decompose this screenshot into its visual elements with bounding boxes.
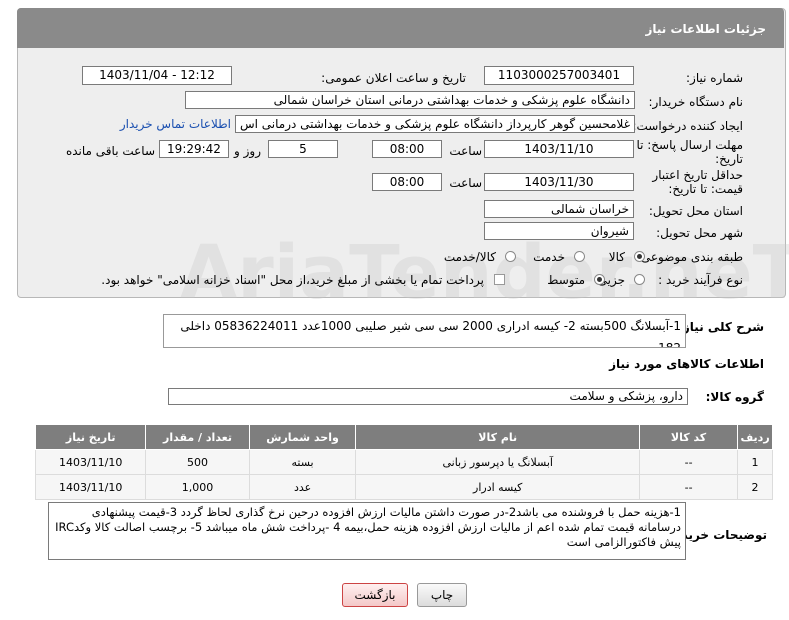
item-name: کیسه ادرار — [355, 474, 641, 500]
page-title: جزئیات اطلاعات نیاز — [645, 22, 766, 36]
col-row-index: ردیف — [737, 424, 773, 450]
validity-time-label: ساعت — [449, 176, 482, 190]
creator-field[interactable]: غلامحسین گوهر کارپرداز دانشگاه علوم پزشک… — [235, 115, 635, 133]
item-name: آبسلانگ یا دپرسور زبانی — [355, 449, 641, 475]
item-code: -- — [639, 449, 739, 475]
province-label: استان محل تحویل: — [648, 204, 743, 218]
goods-table: ردیف کد کالا نام کالا واحد شمارش تعداد /… — [34, 424, 773, 500]
process-medium-label: متوسط — [547, 273, 585, 287]
remaining-time-field[interactable]: 19:29:42 — [159, 140, 229, 158]
category-service-radio[interactable] — [574, 251, 585, 262]
item-need-date: 1403/11/10 — [34, 449, 147, 475]
announce-datetime-field[interactable]: 1403/11/04 - 12:12 — [82, 66, 232, 85]
row-index: 1 — [737, 449, 773, 475]
category-service-label: خدمت — [533, 250, 565, 264]
description-label: شرح کلی نیاز: — [678, 320, 764, 334]
process-medium-radio[interactable] — [594, 274, 605, 285]
item-code: -- — [639, 474, 739, 500]
category-goods-label: کالا — [608, 250, 625, 264]
treasury-payment-checkbox[interactable] — [494, 274, 505, 285]
item-unit: عدد — [248, 474, 357, 500]
back-button[interactable]: بازگشت — [342, 583, 408, 607]
goods-group-field[interactable]: دارو، پزشکی و سلامت — [168, 388, 688, 405]
buyer-org-label: نام دستگاه خریدار: — [648, 95, 744, 109]
buyer-notes-field[interactable]: 1-هزینه حمل با فروشنده می باشد2-در صورت … — [48, 502, 686, 560]
table-row[interactable]: 1 -- آبسلانگ یا دپرسور زبانی بسته 500 14… — [34, 449, 773, 475]
deadline-label: مهلت ارسال پاسخ: تا تاریخ: — [636, 138, 743, 166]
treasury-payment-note: پرداخت تمام یا بخشی از مبلغ خرید،از محل … — [101, 273, 484, 287]
deadline-time-field[interactable]: 08:00 — [372, 140, 442, 158]
category-both-label: کالا/خدمت — [443, 250, 496, 264]
process-type-label: نوع فرآیند خرید : — [658, 273, 743, 287]
goods-group-label: گروه کالا: — [705, 390, 764, 404]
goods-section-title: اطلاعات کالاهای مورد نیاز — [609, 357, 764, 371]
col-item-code: کد کالا — [639, 424, 739, 450]
col-need-date: تاریخ نیاز — [34, 424, 147, 450]
city-field[interactable]: شیروان — [484, 222, 634, 240]
days-label: روز و — [234, 144, 261, 158]
category-label: طبقه بندی موضوعی: — [636, 250, 743, 264]
item-quantity: 500 — [145, 449, 250, 475]
category-goods-radio[interactable] — [634, 251, 645, 262]
description-field[interactable]: 1-آبسلانگ 500بسته 2- کیسه ادراری 2000 سی… — [163, 314, 686, 348]
process-minor-radio[interactable] — [634, 274, 645, 285]
item-quantity: 1,000 — [145, 474, 250, 500]
item-unit: بسته — [248, 449, 357, 475]
validity-time-field[interactable]: 08:00 — [372, 173, 442, 191]
category-both-radio[interactable] — [505, 251, 516, 262]
col-item-name: نام کالا — [355, 424, 641, 450]
province-field[interactable]: خراسان شمالی — [484, 200, 634, 218]
city-label: شهر محل تحویل: — [656, 226, 743, 240]
deadline-date-field[interactable]: 1403/11/10 — [484, 140, 634, 158]
print-button[interactable]: چاپ — [417, 583, 467, 607]
validity-date-field[interactable]: 1403/11/30 — [484, 173, 634, 191]
price-validity-label: حداقل تاریخ اعتبار قیمت: تا تاریخ: — [652, 168, 743, 196]
remaining-label: ساعت باقی مانده — [65, 144, 155, 158]
buyer-org-field[interactable]: دانشگاه علوم پزشکی و خدمات بهداشتی درمان… — [185, 91, 635, 109]
need-number-field[interactable]: 1103000257003401 — [484, 66, 634, 85]
col-unit: واحد شمارش — [248, 424, 357, 450]
buyer-contact-link[interactable]: اطلاعات تماس خریدار — [120, 117, 231, 131]
col-quantity: تعداد / مقدار — [145, 424, 250, 450]
deadline-time-label: ساعت — [449, 144, 482, 158]
table-header-row: ردیف کد کالا نام کالا واحد شمارش تعداد /… — [34, 424, 773, 450]
need-number-label: شماره نیاز: — [686, 71, 743, 85]
item-need-date: 1403/11/10 — [34, 474, 147, 500]
days-field[interactable]: 5 — [268, 140, 338, 158]
creator-label: ایجاد کننده درخواست: — [632, 119, 743, 133]
table-row[interactable]: 2 -- کیسه ادرار عدد 1,000 1403/11/10 — [34, 474, 773, 500]
row-index: 2 — [737, 474, 773, 500]
announce-datetime-label: تاریخ و ساعت اعلان عمومی: — [321, 71, 466, 85]
